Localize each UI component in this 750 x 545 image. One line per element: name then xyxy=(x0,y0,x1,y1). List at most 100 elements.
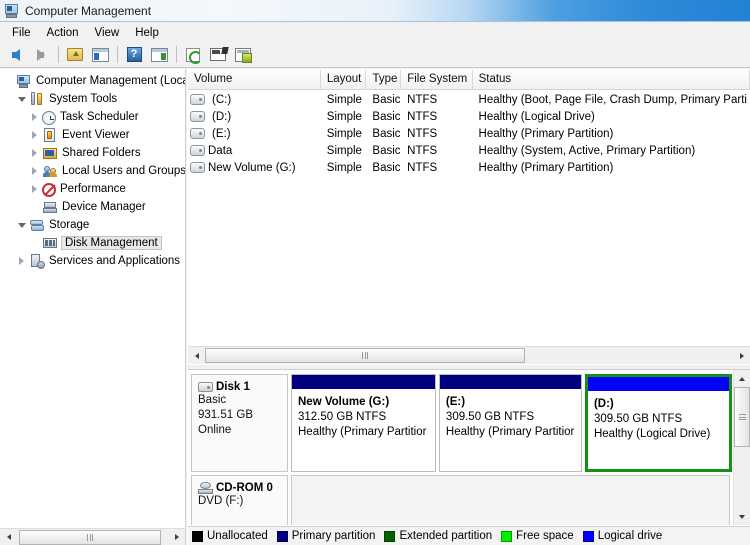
partition-size: 312.50 GB NTFS xyxy=(298,411,387,423)
tree-item-label: Local Users and Groups xyxy=(62,165,185,177)
disk-info-cd-rom-0[interactable]: CD-ROM 0 DVD (F:) xyxy=(191,475,288,525)
partition-status: Healthy (Logical Drive) xyxy=(593,428,711,440)
tree-item-task-scheduler[interactable]: Task Scheduler xyxy=(0,108,185,126)
tree-item-local-users-and-groups[interactable]: Local Users and Groups xyxy=(0,162,185,180)
help-button[interactable]: ? xyxy=(122,44,146,66)
legend-item-unallocated: Unallocated xyxy=(192,530,268,542)
collapse-triangle-icon[interactable] xyxy=(15,216,29,234)
partition-details: (E:) 309.50 GB NTFS Healthy (Primary Parti… xyxy=(439,389,581,471)
tree-item-storage[interactable]: Storage xyxy=(0,216,185,234)
volume-icon xyxy=(190,111,205,122)
tree-item-disk-management[interactable]: Disk Management xyxy=(0,234,185,252)
volume-row[interactable]: (E:) Simple Basic NTFS Healthy (Primary Part… xyxy=(188,125,750,142)
action-pane-icon xyxy=(150,47,168,62)
computer-management-icon xyxy=(16,73,32,89)
console-tree[interactable]: Computer Management (Local System Tools Ta… xyxy=(0,69,185,527)
disk-list[interactable]: Disk 1 Basic 931.51 GB Online New Volume (G:… xyxy=(188,370,733,525)
volume-name-cell: (E:) xyxy=(188,128,321,140)
volume-layout-cell: Simple xyxy=(326,161,362,174)
volume-status-cell: Healthy (Primary Partition) xyxy=(478,127,614,140)
disk-view-vertical-scrollbar[interactable] xyxy=(733,370,750,525)
expand-triangle-icon[interactable] xyxy=(28,144,42,162)
tree-scroll-track[interactable] xyxy=(17,529,168,545)
up-one-level-button[interactable] xyxy=(63,44,87,66)
partition-legend: Unallocated Primary partition Extended par… xyxy=(188,526,750,545)
volume-label: New Volume (G:) xyxy=(208,161,296,174)
volume-name-cell: New Volume (G:) xyxy=(188,162,321,174)
tree-item-services-and-applications[interactable]: Services and Applications xyxy=(0,252,185,270)
partition-block[interactable]: (E:) 309.50 GB NTFS Healthy (Primary Parti… xyxy=(438,374,582,472)
tree-item-performance[interactable]: Performance xyxy=(0,180,185,198)
refresh-button[interactable] xyxy=(181,44,205,66)
expand-triangle-icon[interactable] xyxy=(15,252,29,270)
back-arrow-icon xyxy=(12,48,20,61)
system-tools-icon xyxy=(29,91,45,107)
disk-scroll-down-button[interactable] xyxy=(734,508,750,525)
tree-item-device-manager[interactable]: Device Manager xyxy=(0,198,185,216)
legend-swatch xyxy=(384,530,396,542)
toolbar: ? xyxy=(0,42,750,68)
legend-swatch xyxy=(192,530,203,542)
disk-scroll-up-button[interactable] xyxy=(734,370,750,387)
volume-list: Volume Layout Type File System Status (C:) Si… xyxy=(188,70,750,346)
partition-details: New Volume (G:) 312.50 GB NTFS Healthy (Pr… xyxy=(292,389,435,471)
column-header-status[interactable]: Status xyxy=(472,70,750,89)
tree-scroll-thumb[interactable] xyxy=(19,529,161,545)
no-media-partition[interactable] xyxy=(291,475,730,525)
column-header-layout[interactable]: Layout xyxy=(320,70,367,89)
column-header-type[interactable]: Type xyxy=(366,70,402,89)
storage-icon xyxy=(29,217,45,233)
menu-action[interactable]: Action xyxy=(39,25,87,41)
properties-icon xyxy=(235,47,252,63)
tree-item-system-tools[interactable]: System Tools xyxy=(0,90,185,108)
volume-list-horizontal-scrollbar[interactable] xyxy=(188,346,750,364)
disk-scroll-track[interactable] xyxy=(734,387,750,508)
properties-button[interactable] xyxy=(231,44,255,66)
tree-scroll-left-button[interactable] xyxy=(0,529,17,545)
column-header-volume[interactable]: Volume xyxy=(188,70,321,89)
legend-swatch xyxy=(582,530,594,542)
expand-triangle-icon[interactable] xyxy=(28,108,42,126)
expand-triangle-icon[interactable] xyxy=(28,126,42,144)
volume-scroll-thumb[interactable] xyxy=(205,348,525,363)
volume-row[interactable]: (D:) Simple Basic NTFS Healthy (Logical Driv… xyxy=(188,108,750,125)
volume-scroll-track[interactable] xyxy=(205,348,733,363)
partition-block[interactable]: (D:) 309.50 GB NTFS Healthy (Logical Drive… xyxy=(584,374,733,472)
expand-triangle-icon[interactable] xyxy=(28,162,42,180)
disk-scroll-thumb[interactable] xyxy=(734,387,750,447)
volume-scroll-left-button[interactable] xyxy=(188,348,205,363)
column-header-file-system[interactable]: File System xyxy=(401,70,473,89)
disk-name: CD-ROM 0 xyxy=(216,482,273,494)
tree-scroll-right-button[interactable] xyxy=(168,529,185,545)
tree-horizontal-scrollbar[interactable] xyxy=(0,528,185,545)
show-action-pane-button[interactable] xyxy=(147,44,171,66)
hard-disk-icon xyxy=(198,382,213,392)
volume-layout-cell: Simple xyxy=(326,127,362,140)
partition-color-bar xyxy=(587,377,730,391)
tree-item-event-viewer[interactable]: Event Viewer xyxy=(0,126,185,144)
back-button[interactable] xyxy=(4,44,28,66)
menu-view[interactable]: View xyxy=(87,25,128,41)
menu-file[interactable]: File xyxy=(4,25,39,41)
collapse-triangle-icon[interactable] xyxy=(15,90,29,108)
volume-row[interactable]: Data Simple Basic NTFS Healthy (System, Acti… xyxy=(188,142,750,159)
volume-row[interactable]: (C:) Simple Basic NTFS Healthy (Boot, Page F… xyxy=(188,91,750,108)
cd-rom-icon xyxy=(198,482,213,494)
partition-block[interactable]: New Volume (G:) 312.50 GB NTFS Healthy (Pr… xyxy=(291,374,436,472)
disk-info-disk-1[interactable]: Disk 1 Basic 931.51 GB Online xyxy=(191,374,288,472)
forward-button[interactable] xyxy=(29,44,53,66)
expand-triangle-icon[interactable] xyxy=(28,180,42,198)
show-hide-console-tree-button[interactable] xyxy=(88,44,112,66)
menu-help[interactable]: Help xyxy=(127,25,167,41)
disk-row: CD-ROM 0 DVD (F:) xyxy=(191,475,733,525)
volume-file-system-cell: NTFS xyxy=(407,127,438,140)
volume-row[interactable]: New Volume (G:) Simple Basic NTFS Healthy (P… xyxy=(188,159,750,176)
volume-list-body[interactable]: (C:) Simple Basic NTFS Healthy (Boot, Page F… xyxy=(188,91,750,346)
tree-item-computer-management-local[interactable]: Computer Management (Local xyxy=(0,72,185,90)
event-viewer-icon xyxy=(42,127,58,143)
tree-item-shared-folders[interactable]: Shared Folders xyxy=(0,144,185,162)
volume-scroll-right-button[interactable] xyxy=(733,348,750,363)
export-list-button[interactable] xyxy=(206,44,230,66)
